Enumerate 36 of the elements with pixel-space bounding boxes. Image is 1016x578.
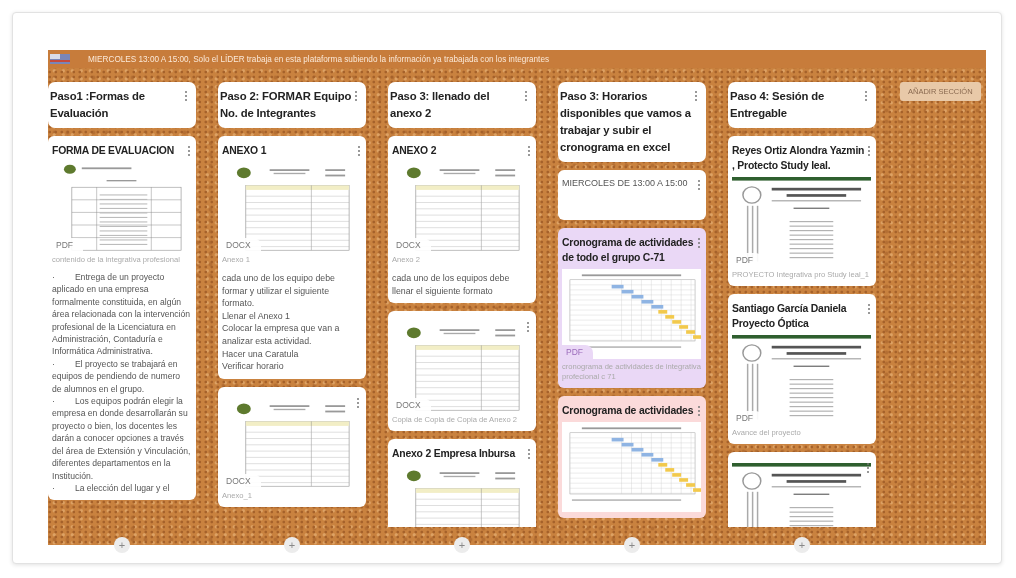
document-thumbnail[interactable]: [562, 269, 701, 359]
post-text: Llenar el Anexo 1: [222, 309, 291, 323]
post-title: Anexo 2 Empresa Inbursa: [392, 447, 516, 462]
more-icon[interactable]: [866, 462, 870, 474]
section-title: Paso 4: Sesión de Entregable: [730, 89, 826, 121]
post-text: cada uno de los equipo debe formar y utilizar el siguiente formato.: [222, 272, 336, 310]
post-title: Reyes Ortiz Alondra Yazmin , Protecto Study leal.: [732, 144, 865, 173]
section-title: Paso 3: Horarios disponibles que vamos a trabajar y subir el cronograma en excel: [560, 89, 692, 155]
file-type-label: PDF: [562, 345, 593, 359]
post-title: Santiago García Daniela Proyecto Óptica: [732, 302, 848, 331]
document-thumbnail[interactable]: [562, 422, 701, 512]
post-paragraph: · Entrega de un proyecto aplicado en una empresa formalmente constituida, en algún área relacionada con la intervención profesional de la Licenciatura en Administración, Contaduría e Informática Administrativa.: [52, 271, 191, 358]
post-card[interactable]: [48, 136, 196, 501]
post-title: ANEXO 1: [222, 144, 267, 158]
post-title: ANEXO 2: [392, 144, 437, 158]
section-title: Paso1 :Formas de Evaluación: [50, 89, 146, 121]
post-text: Verificar horario: [222, 360, 285, 373]
post-text: Colocar la empresa que van a analizar esta actividad.: [222, 322, 341, 348]
post-card[interactable]: [728, 452, 876, 527]
post-title: Cronograma de actividades de todo el grupo C-71: [562, 236, 695, 265]
post-paragraph: · Los equipos podrán elegir la empresa en donde desarrollarán su proyecto o bien, los docentes les darán a conocer opciones a través del área de Extensión y Vinculación, diferentes departamentos en la Institución.: [52, 395, 191, 482]
post-title: FORMA DE EVALUACION: [52, 144, 175, 158]
post-card[interactable]: Anexo 2 Empresa Inbursa: [388, 439, 536, 527]
post-card[interactable]: MIERCOLES DE 13:00 A 15:00: [558, 170, 706, 220]
post-title: Cronograma de actividades: [562, 404, 694, 418]
flag-icon: [50, 54, 70, 64]
board-announcement: MIERCOLES 13:00 A 15:00, Solo el LÍDER trabaja en esta plataforma subiendo la información ya trabajada con los integrantes: [88, 54, 550, 64]
section-title: Paso 2: FORMAR Equipo No. de Integrantes: [220, 89, 353, 121]
post-paragraph: · El proyecto se trabajará en equipos de pendiendo de numero de alumnos en el grupo.: [52, 357, 182, 396]
document-thumbnail[interactable]: [732, 463, 871, 527]
post-text: Hacer una Caratula: [222, 347, 300, 361]
post-card[interactable]: Cronograma de actividades: [558, 396, 706, 518]
post-text: cada uno de los equipos debe llenar el siguiente formato: [392, 272, 511, 298]
post-text: MIERCOLES DE 13:00 A 15:00: [562, 177, 688, 190]
section-title: Paso 3: llenado del anexo 2: [390, 89, 491, 121]
post-paragraph: · La elección del lugar y el: [52, 481, 171, 495]
